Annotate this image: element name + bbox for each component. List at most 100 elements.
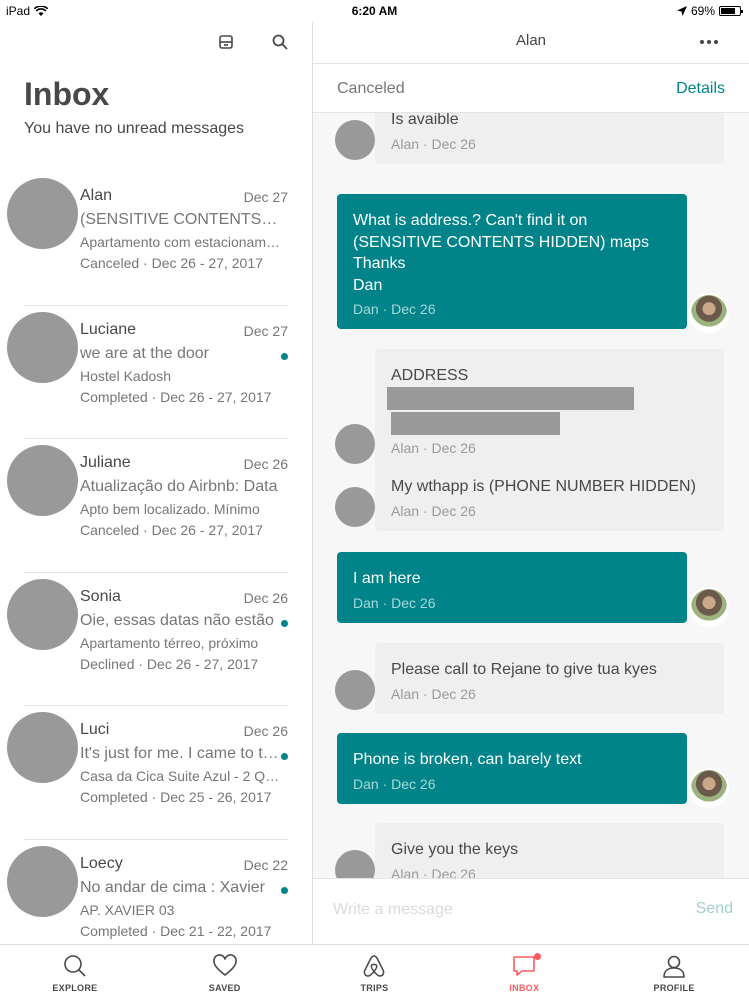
tab-trips[interactable]: TRIPS <box>300 945 450 999</box>
page-title: Inbox <box>24 76 110 112</box>
avatar <box>7 178 78 249</box>
incoming-message: My wthapp is (PHONE NUMBER HIDDEN) Alan ·… <box>375 460 724 531</box>
message-text: My wthapp is (PHONE NUMBER HIDDEN) <box>391 478 696 495</box>
conversation-header: Alan <box>313 22 749 62</box>
outgoing-message: What is address.? Can't find it on (SENSI… <box>337 194 687 329</box>
thread-preview: No andar de cima : Xavier <box>80 878 265 896</box>
person-icon <box>663 955 685 978</box>
search-button[interactable] <box>268 30 292 54</box>
message-meta: Alan · Dec 26 <box>391 439 476 456</box>
tab-inbox[interactable]: INBOX <box>449 945 599 999</box>
avatar <box>335 670 375 710</box>
more-options-icon[interactable] <box>697 30 721 54</box>
avatar <box>7 311 78 383</box>
thread-name: Loecy <box>80 854 123 872</box>
thread-preview: Oie, essas datas não estão <box>80 611 274 629</box>
avatar <box>7 445 78 516</box>
avatar <box>335 850 375 878</box>
airbnb-logo-icon <box>364 955 385 977</box>
avatar <box>689 768 729 808</box>
message-input[interactable] <box>333 901 663 919</box>
message-text: Thanks <box>353 255 406 272</box>
unread-dot <box>281 886 288 894</box>
message-text: What is address.? Can't find it on <box>353 212 588 229</box>
redaction-bar <box>391 411 560 435</box>
inbox-subtitle: You have no unread messages <box>24 120 245 137</box>
thread-listing: Apto bem localizado. Mínimo <box>80 501 260 517</box>
archive-button[interactable] <box>214 30 238 54</box>
thread-name: Luci <box>80 721 110 738</box>
message-text: Phone is broken, can barely text <box>353 751 582 768</box>
message-meta: Alan · Dec 26 <box>391 502 476 519</box>
message-composer: Send <box>313 878 749 944</box>
conversation-title: Alan <box>515 32 547 49</box>
thread-row[interactable]: Luciane Dec 27 we are at the door Hostel Ka… <box>0 306 312 439</box>
tab-bar: EXPLORE SAVED TRIPS INBOX PROFILE <box>0 944 749 999</box>
thread-status: Completed · Dec 26 - 27, 2017 <box>80 388 272 405</box>
tab-profile[interactable]: PROFILE <box>599 945 749 999</box>
message-text: Dan <box>353 276 383 294</box>
message-meta: Alan · Dec 26 <box>391 865 476 879</box>
heart-icon <box>212 954 237 977</box>
thread-row[interactable]: Loecy Dec 22 No andar de cima : Xavier AP. … <box>0 840 312 945</box>
thread-row[interactable]: Alan Dec 27 (SENSITIVE CONTENTS HIDDEN) Apa… <box>0 172 312 306</box>
thread-preview: Atualização do Airbnb: Data <box>80 478 278 495</box>
avatar <box>7 845 78 917</box>
send-button[interactable]: Send <box>696 900 733 918</box>
message-meta: Dan · Dec 26 <box>353 775 436 792</box>
message-text: Give you the keys <box>391 841 519 858</box>
tab-explore[interactable]: EXPLORE <box>0 945 150 999</box>
thread-name: Juliane <box>80 454 131 471</box>
tab-label: TRIPS <box>360 983 389 993</box>
thread-status: Canceled · Dec 26 - 27, 2017 <box>80 255 263 271</box>
location-arrow-icon <box>676 6 687 16</box>
message-list[interactable]: Is avaible Alan · Dec 26 What is address.?… <box>313 113 749 878</box>
thread-name: Sonia <box>80 587 121 605</box>
status-time: 6:20 AM <box>351 4 398 18</box>
unread-dot <box>281 352 288 360</box>
thread-status: Completed · Dec 25 - 26, 2017 <box>80 789 272 805</box>
status-bar: iPad 6:20 AM 69% <box>0 0 749 22</box>
avatar <box>335 424 375 464</box>
message-text: (SENSITIVE CONTENTS HIDDEN) maps <box>353 233 650 251</box>
battery-percent: 69% <box>690 4 715 18</box>
tab-label: INBOX <box>509 983 540 993</box>
unread-dot <box>281 753 288 760</box>
message-text: Please call to Rejane to give tua kyes <box>391 661 657 678</box>
thread-status: Canceled · Dec 26 - 27, 2017 <box>80 522 263 538</box>
message-text: I am here <box>353 570 421 587</box>
tab-saved[interactable]: SAVED <box>150 945 300 999</box>
thread-row[interactable]: Juliane Dec 26 Atualização do Airbnb: Data… <box>0 439 312 573</box>
thread-date: Dec 27 <box>243 322 288 339</box>
avatar <box>335 487 375 527</box>
avatar <box>689 587 729 627</box>
thread-listing: Hostel Kadosh <box>80 367 172 384</box>
message-text: ADDRESS <box>391 367 469 384</box>
conversation-pane: Alan Canceled Details Is avaible Alan · D… <box>313 22 749 944</box>
incoming-message: Please call to Rejane to give tua kyes Al… <box>375 643 724 714</box>
outgoing-message: Phone is broken, can barely text Dan · De… <box>337 733 687 804</box>
outgoing-message: I am here Dan · Dec 26 <box>337 552 687 623</box>
message-meta: Dan · Dec 26 <box>353 594 436 611</box>
thread-preview: It's just for me. I came to the <box>80 745 280 762</box>
thread-row[interactable]: Sonia Dec 26 Oie, essas datas não estão Apa… <box>0 573 312 706</box>
message-meta: Dan · Dec 26 <box>353 301 436 317</box>
reservation-status: Canceled <box>337 80 405 97</box>
avatar <box>7 712 78 783</box>
thread-row[interactable]: Luci Dec 26 It's just for me. I came to th… <box>0 706 312 840</box>
tab-label: PROFILE <box>653 983 695 993</box>
archive-icon <box>219 35 233 49</box>
unread-dot <box>281 619 288 627</box>
avatar <box>7 578 78 650</box>
thread-date: Dec 26 <box>243 589 288 606</box>
thread-listing: AP. XAVIER 03 <box>80 901 175 918</box>
thread-date: Dec 26 <box>243 456 288 472</box>
message-meta: Alan · Dec 26 <box>391 135 476 152</box>
battery-icon <box>719 6 743 16</box>
thread-preview: we are at the door <box>80 344 209 362</box>
inbox-pane: Inbox You have no unread messages Alan De… <box>0 22 312 944</box>
thread-name: Alan <box>80 187 113 204</box>
details-link[interactable]: Details <box>676 80 725 98</box>
avatar <box>335 120 375 160</box>
notification-dot <box>534 953 542 960</box>
